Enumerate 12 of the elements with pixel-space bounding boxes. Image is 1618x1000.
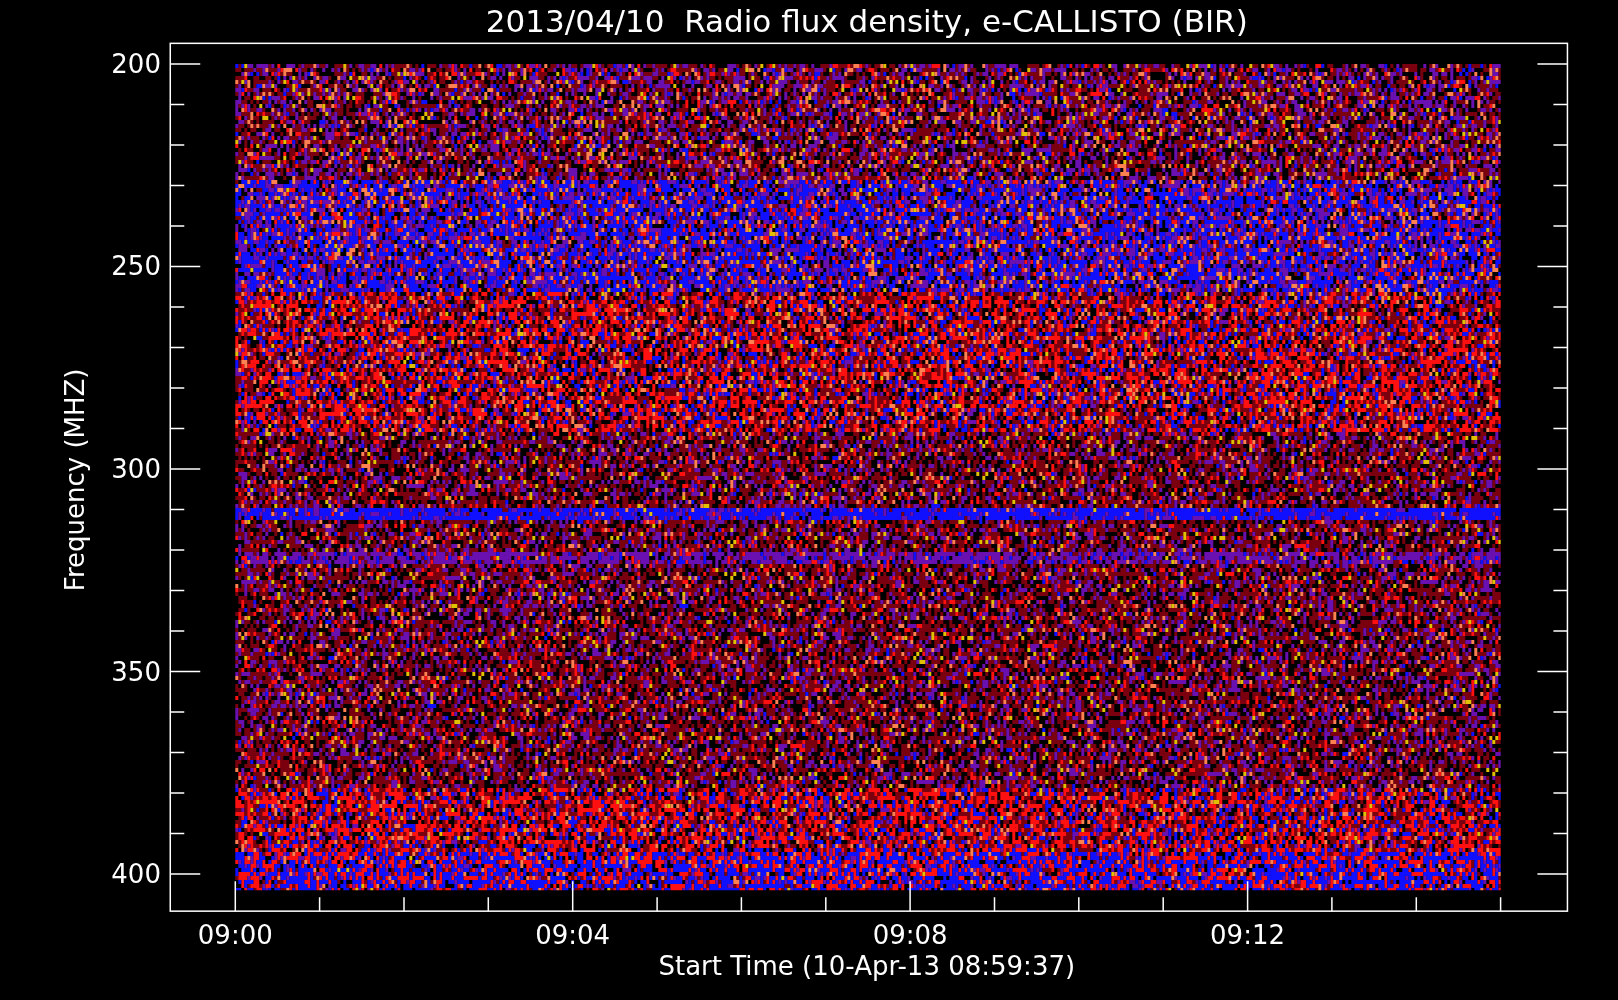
- y-tick-label: 350: [111, 656, 161, 687]
- y-tick-label: 300: [111, 454, 161, 484]
- x-axis-label: Start Time (10-Apr-13 08:59:37): [658, 951, 1076, 981]
- y-tick-label: 250: [111, 251, 161, 282]
- x-tick-label: 09:00: [197, 920, 273, 950]
- x-tick-label: 09:12: [1210, 920, 1285, 950]
- y-tick-label: 400: [111, 859, 161, 889]
- x-tick-label: 09:08: [872, 920, 948, 950]
- chart-title: 2013/04/10 Radio flux density, e-CALLISTO (BIR): [485, 3, 1248, 39]
- y-axis-label: Frequency (MHZ): [60, 368, 90, 592]
- y-tick-label: 200: [111, 49, 161, 79]
- x-tick-label: 09:04: [535, 920, 611, 950]
